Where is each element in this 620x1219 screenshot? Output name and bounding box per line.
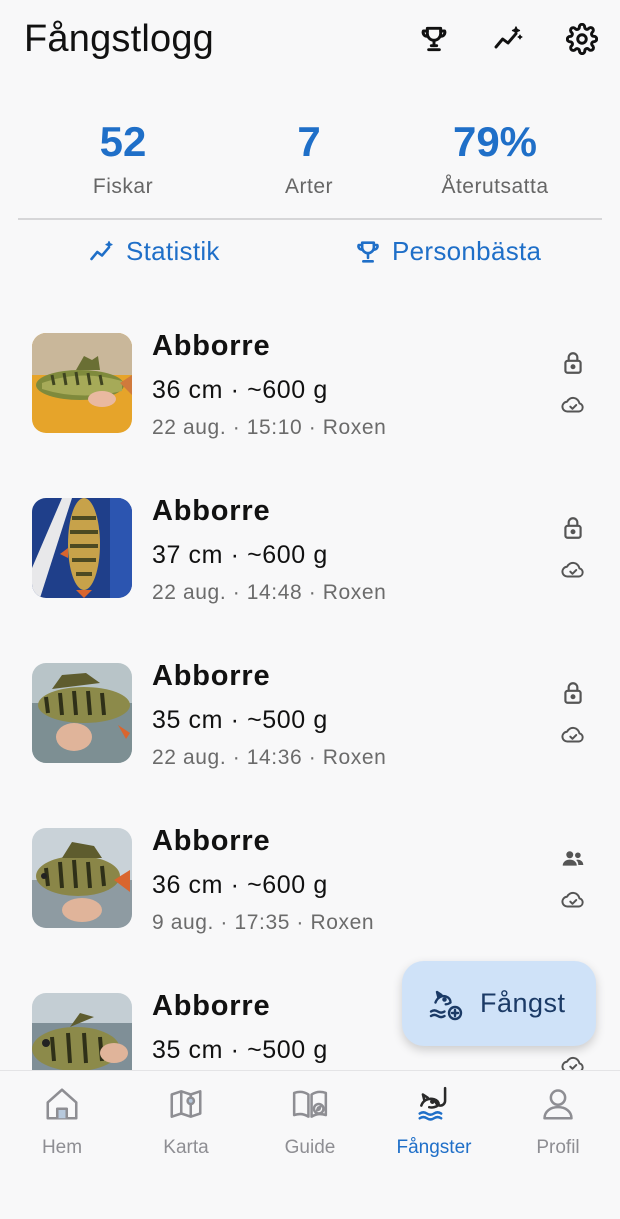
trophy-icon[interactable]: [415, 20, 453, 58]
stat-label: Återutsatta: [441, 175, 549, 198]
tab-profile[interactable]: Profil: [496, 1085, 620, 1175]
cloud-check-icon: [560, 392, 586, 418]
stat-released-percent: 79% Återutsatta: [395, 112, 595, 202]
catch-meta: 22 aug. · 14:36 · Roxen: [152, 746, 387, 769]
bottom-tab-bar: Hem Karta Guide Fångster Profil: [0, 1070, 620, 1219]
catch-photo: [32, 993, 132, 1070]
tab-catches[interactable]: Fångster: [372, 1085, 496, 1175]
catch-species: Abborre: [152, 330, 271, 362]
stat-fish-count: 52 Fiskar: [23, 112, 223, 202]
catch-meta: 9 aug. · 17:35 · Roxen: [152, 911, 375, 934]
tab-map[interactable]: Karta: [124, 1085, 248, 1175]
divider: [18, 218, 602, 220]
tab-home-label: Hem: [41, 1137, 83, 1158]
cloud-check-icon: [560, 557, 586, 583]
map-icon: [170, 1090, 202, 1118]
stat-value: 52: [99, 118, 147, 165]
catch-measure: 35 cm · ~500 g: [152, 706, 328, 734]
catch-meta: 22 aug. · 15:10 · Roxen: [152, 416, 387, 439]
lock-icon: [560, 680, 586, 706]
lock-icon: [560, 515, 586, 541]
tab-home[interactable]: Hem: [0, 1085, 124, 1175]
sparkle-trend-icon: [90, 240, 113, 260]
page-title: Fångstlogg: [24, 18, 215, 60]
cloud-check-icon: [560, 1052, 586, 1070]
personal-best-link[interactable]: Personbästa: [354, 236, 541, 267]
catch-measure: 36 cm · ~600 g: [152, 871, 328, 899]
header: Fångstlogg: [0, 0, 620, 90]
catch-photo: [32, 663, 132, 763]
gear-icon[interactable]: [563, 20, 601, 58]
catch-measure: 35 cm · ~500 g: [152, 1036, 328, 1064]
people-icon: [560, 845, 586, 871]
lock-icon: [560, 350, 586, 376]
catch-species: Abborre: [152, 660, 271, 692]
catch-species: Abborre: [152, 825, 271, 857]
tab-profile-label: Profil: [536, 1137, 580, 1158]
personal-best-link-label: Personbästa: [392, 236, 542, 266]
statistics-link[interactable]: Statistik: [88, 236, 220, 267]
list-item[interactable]: Abborre 37 cm · ~600 g 22 aug. · 14:48 ·…: [0, 465, 620, 630]
trophy-icon: [357, 240, 379, 263]
stat-label: Fiskar: [92, 175, 154, 198]
catch-species: Abborre: [152, 990, 271, 1022]
fish-hook-icon: [418, 1086, 447, 1121]
tab-map-label: Karta: [163, 1137, 209, 1158]
tab-guide-label: Guide: [284, 1137, 336, 1158]
stat-value: 79%: [452, 118, 538, 165]
tab-catches-label: Fångster: [396, 1137, 472, 1158]
fish-add-icon: [429, 990, 463, 1020]
list-item[interactable]: Abborre 35 cm · ~500 g 22 aug. · 14:36 ·…: [0, 630, 620, 795]
catch-photo: [32, 498, 132, 598]
quick-links: Statistik Personbästa: [0, 236, 620, 282]
add-catch-label: Fångst: [480, 988, 566, 1018]
add-catch-button[interactable]: Fångst: [402, 961, 596, 1046]
list-item[interactable]: Abborre 36 cm · ~600 g 9 aug. · 17:35 · …: [0, 795, 620, 960]
stat-value: 7: [297, 118, 321, 165]
tab-guide[interactable]: Guide: [248, 1085, 372, 1175]
cloud-check-icon: [560, 887, 586, 913]
catch-meta: 22 aug. · 14:48 · Roxen: [152, 581, 387, 604]
stats-summary: 52 Fiskar 7 Arter 79% Återutsatta: [0, 112, 620, 202]
catch-photo: [32, 828, 132, 928]
catch-measure: 36 cm · ~600 g: [152, 376, 328, 404]
list-item[interactable]: Abborre 36 cm · ~600 g 22 aug. · 15:10 ·…: [0, 300, 620, 465]
catch-list[interactable]: Abborre 36 cm · ~600 g 22 aug. · 15:10 ·…: [0, 300, 620, 1070]
home-icon: [46, 1088, 78, 1120]
catch-photo: [32, 333, 132, 433]
catch-measure: 37 cm · ~600 g: [152, 541, 328, 569]
sparkle-trend-icon[interactable]: [489, 20, 527, 58]
catch-species: Abborre: [152, 495, 271, 527]
statistics-link-label: Statistik: [126, 236, 220, 266]
book-icon: [292, 1090, 328, 1118]
person-icon: [543, 1089, 573, 1120]
stat-species-count: 7 Arter: [209, 112, 409, 202]
cloud-check-icon: [560, 722, 586, 748]
stat-label: Arter: [284, 175, 333, 198]
